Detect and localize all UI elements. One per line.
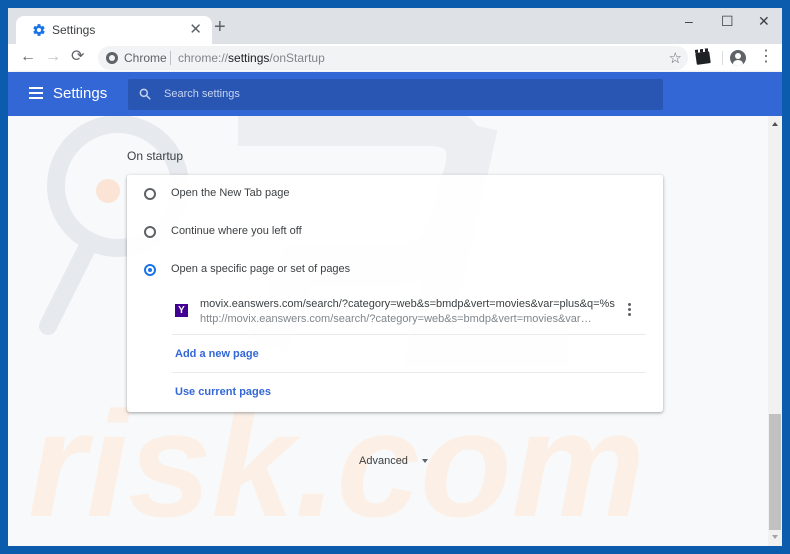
gear-icon [33, 24, 45, 36]
on-startup-card: Open the New Tab page Continue where you… [127, 175, 663, 412]
close-window-button[interactable]: ✕ [758, 13, 770, 30]
startup-page-title: movix.eanswers.com/search/?category=web&… [200, 298, 615, 310]
radio-button[interactable] [144, 226, 156, 238]
hamburger-menu-icon[interactable] [29, 87, 43, 99]
site-chip: Chrome [124, 51, 167, 65]
tab-strip: Settings ✕ + – ☐ ✕ [8, 8, 782, 44]
vertical-scrollbar[interactable] [768, 116, 782, 546]
reload-button[interactable]: ⟳ [71, 48, 84, 66]
browser-toolbar: ← → ⟳ Chrome chrome://settings/onStartup… [8, 44, 782, 72]
url-host: settings [228, 51, 270, 65]
clapperboard-extension-icon[interactable] [695, 51, 711, 65]
close-tab-icon[interactable]: ✕ [189, 20, 202, 38]
startup-page-url: http://movix.eanswers.com/search/?catego… [200, 313, 595, 325]
settings-title: Settings [53, 85, 108, 102]
tab-settings[interactable]: Settings ✕ [16, 16, 212, 44]
profile-avatar-icon[interactable] [730, 50, 746, 66]
scroll-up-arrow-icon[interactable] [772, 122, 778, 126]
url-scheme: chrome:// [178, 51, 229, 65]
minimize-button[interactable]: – [685, 13, 693, 29]
radio-open-new-tab[interactable]: Open the New Tab page [127, 175, 663, 213]
add-new-page-link[interactable]: Add a new page [175, 348, 259, 360]
url-path: /onStartup [269, 51, 325, 65]
radio-label: Open a specific page or set of pages [171, 263, 351, 275]
bookmark-star-icon[interactable]: ☆ [669, 49, 682, 67]
chrome-menu-icon[interactable]: ⋮ [758, 48, 774, 66]
radio-label: Open the New Tab page [171, 187, 290, 199]
startup-page-entry: Y movix.eanswers.com/search/?category=we… [172, 291, 646, 335]
maximize-button[interactable]: ☐ [721, 13, 734, 30]
chrome-site-icon [106, 52, 118, 64]
back-button[interactable]: ← [20, 48, 36, 66]
toolbar-separator [722, 51, 723, 65]
radio-continue-where-left-off[interactable]: Continue where you left off [127, 213, 663, 251]
yahoo-favicon-icon: Y [175, 304, 188, 317]
search-settings-input[interactable]: Search settings [128, 79, 663, 110]
advanced-label: Advanced [359, 455, 408, 467]
use-current-pages-link[interactable]: Use current pages [175, 386, 271, 398]
settings-content: risk.com On startup Open the New Tab pag… [8, 116, 768, 546]
on-startup-heading: On startup [127, 149, 184, 163]
radio-button[interactable] [144, 188, 156, 200]
address-bar[interactable]: Chrome chrome://settings/onStartup ☆ [98, 46, 688, 70]
omnibox-separator [170, 51, 171, 65]
browser-window: Settings ✕ + – ☐ ✕ ← → ⟳ Chrome chrome:/… [8, 8, 782, 546]
url-text: chrome://settings/onStartup [178, 51, 325, 65]
forward-button[interactable]: → [45, 48, 61, 66]
caret-down-icon [421, 459, 428, 464]
more-actions-icon[interactable] [625, 303, 633, 319]
tab-title: Settings [52, 23, 96, 37]
scroll-down-arrow-icon[interactable] [772, 535, 778, 539]
settings-header: Settings Search settings [8, 72, 782, 116]
divider [172, 372, 646, 373]
advanced-toggle[interactable]: Advanced [359, 455, 428, 467]
radio-label: Continue where you left off [171, 225, 302, 237]
search-icon [139, 88, 151, 100]
scrollbar-thumb[interactable] [769, 414, 781, 530]
search-placeholder: Search settings [164, 88, 240, 100]
new-tab-button[interactable]: + [214, 17, 226, 37]
radio-open-specific-pages[interactable]: Open a specific page or set of pages [127, 251, 663, 289]
radio-button-checked[interactable] [144, 264, 156, 276]
